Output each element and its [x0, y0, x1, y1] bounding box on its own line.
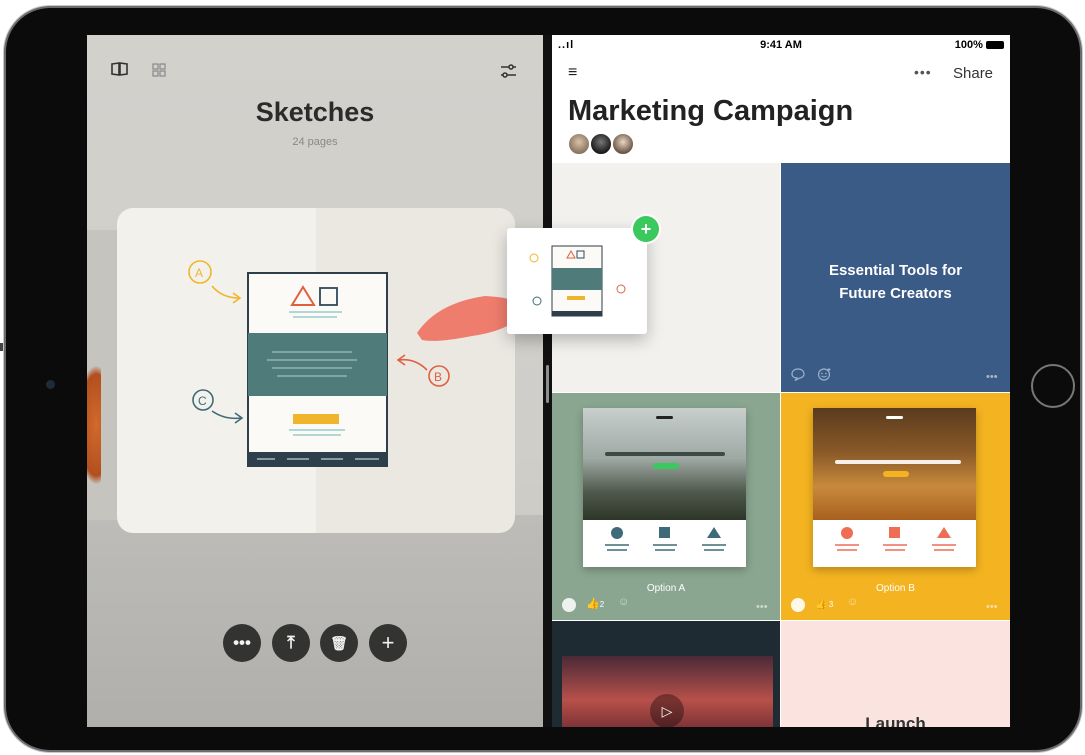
side-mark: [0, 343, 3, 351]
more-button[interactable]: •••: [223, 624, 261, 662]
tile-essential-line1: Essential Tools for: [828, 262, 963, 279]
battery-percent: 100%: [954, 39, 983, 51]
comment-icon[interactable]: [791, 368, 805, 384]
sketch-actions: ••• ⤒ 🗑 +: [223, 624, 413, 664]
screen: Sketches 24 pages A B C ••• ⤒ 🗑 + ..ıl 9…: [87, 35, 1010, 727]
launch-title: Launch: [865, 714, 926, 727]
reaction-icon[interactable]: ☺: [618, 596, 629, 608]
tile-option-a[interactable]: Option A 👍2 ☺ •••: [552, 393, 780, 620]
avatar[interactable]: [568, 133, 590, 155]
more-options-icon[interactable]: •••: [914, 64, 932, 80]
reaction-icon[interactable]: ☺: [847, 596, 858, 608]
dragged-sketch-preview[interactable]: [507, 228, 647, 334]
add-button[interactable]: +: [369, 624, 407, 662]
tile-more-icon[interactable]: •••: [986, 601, 998, 613]
mock-shapes: [835, 527, 956, 551]
floor-shadow: [87, 515, 543, 727]
mock-shapes: [605, 527, 726, 551]
annotation-b: B: [434, 370, 442, 384]
like-count: 2: [599, 600, 605, 609]
menu-icon[interactable]: ≡: [568, 64, 577, 82]
split-view-divider[interactable]: [543, 35, 552, 727]
drag-trail: [417, 296, 515, 341]
status-bar: ..ıl 9:41 AM 100%: [552, 35, 1010, 55]
video-thumbnail: ▷: [562, 656, 773, 727]
home-button[interactable]: [1031, 364, 1075, 408]
front-camera: [46, 380, 55, 389]
status-time: 9:41 AM: [760, 39, 802, 51]
like-count: 3: [828, 600, 834, 609]
add-badge-icon: +: [633, 216, 659, 242]
reaction-icon[interactable]: [817, 367, 832, 384]
forest-image: [813, 408, 976, 520]
grid-icon[interactable]: [152, 63, 166, 81]
tile-essential-line2: Future Creators: [839, 285, 952, 302]
tile-option-b[interactable]: Option B 👍3 ☺ •••: [781, 393, 1010, 620]
option-a-caption: Option A: [646, 583, 686, 594]
tile-launch[interactable]: Launch: [781, 621, 1010, 727]
option-b-mockup: [813, 408, 976, 567]
mock-button: [653, 463, 679, 469]
comment-badge-icon[interactable]: [791, 598, 805, 612]
previous-sketch-edge[interactable]: [87, 365, 101, 485]
mock-handle: [886, 416, 903, 419]
marketing-pane: ..ıl 9:41 AM 100% ≡ ••• Share Marketing …: [552, 35, 1010, 727]
avatar[interactable]: [590, 133, 612, 155]
tile-essential-tools[interactable]: Essential Tools for Future Creators •••: [781, 163, 1010, 392]
page-count: 24 pages: [292, 136, 338, 148]
annotation-a: A: [195, 266, 203, 280]
avatar[interactable]: [612, 133, 634, 155]
tile-video[interactable]: ▷: [552, 621, 780, 727]
like-icon[interactable]: 👍2: [586, 597, 604, 610]
play-icon[interactable]: ▷: [650, 694, 684, 727]
mock-heading-bar: [835, 460, 961, 464]
option-b-caption: Option B: [876, 583, 915, 594]
tile-essential-title: Essential Tools for Future Creators: [781, 259, 1010, 305]
sliders-icon[interactable]: [500, 63, 517, 83]
battery-icon: [986, 41, 1004, 50]
sketches-pane: Sketches 24 pages A B C ••• ⤒ 🗑 +: [87, 35, 543, 727]
wireframe-sketch: A B C: [188, 260, 515, 467]
book-icon[interactable]: [111, 62, 128, 80]
comment-badge-icon[interactable]: [562, 598, 576, 612]
export-button[interactable]: ⤒: [272, 624, 310, 662]
tile-more-icon[interactable]: •••: [986, 371, 998, 383]
mini-wireframe: [529, 245, 626, 317]
like-icon[interactable]: 👍3: [815, 597, 833, 610]
option-a-mockup: [583, 408, 746, 567]
document-title: Marketing Campaign: [568, 95, 854, 127]
mock-handle: [656, 416, 673, 419]
mock-button: [883, 471, 909, 477]
tile-more-icon[interactable]: •••: [756, 601, 768, 613]
sketch-notebook[interactable]: A B C: [117, 208, 515, 533]
annotation-c: C: [198, 394, 207, 408]
divider-grip[interactable]: [546, 365, 549, 403]
battery-status: 100%: [955, 39, 1004, 51]
mock-heading-bar: [605, 452, 725, 456]
notebook-title: Sketches: [255, 97, 375, 127]
share-button[interactable]: Share: [953, 65, 993, 82]
delete-button[interactable]: 🗑: [320, 624, 358, 662]
